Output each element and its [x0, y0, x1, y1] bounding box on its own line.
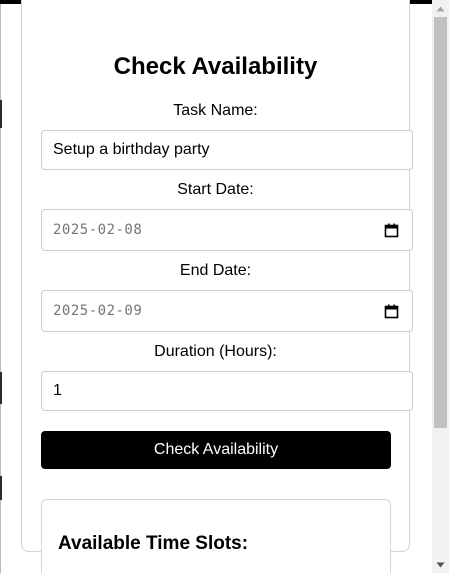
duration-field[interactable] — [41, 371, 413, 411]
triangle-up-icon[interactable] — [432, 0, 449, 17]
viewport: Check Availability Task Name: Start Date… — [0, 0, 449, 573]
task-name-label: Task Name: — [173, 102, 258, 119]
end-date-field[interactable]: 2025-02-09 — [41, 290, 413, 332]
available-slots-title: Available Time Slots: — [58, 533, 249, 554]
scrollbar-thumb[interactable] — [434, 17, 447, 428]
vertical-scrollbar[interactable] — [432, 0, 449, 573]
start-date-value[interactable]: 2025-02-08 — [53, 222, 384, 238]
calendar-icon[interactable] — [384, 304, 399, 319]
start-date-field[interactable]: 2025-02-08 — [41, 209, 413, 251]
start-date-label: Start Date: — [177, 181, 254, 198]
left-edge-mark — [0, 372, 2, 404]
duration-label: Duration (Hours): — [154, 343, 277, 360]
check-availability-button[interactable]: Check Availability — [41, 431, 391, 469]
end-date-label: End Date: — [179, 262, 252, 279]
page-title: Check Availability — [113, 53, 318, 80]
task-name-input[interactable] — [53, 141, 401, 159]
task-name-field[interactable] — [41, 130, 413, 170]
duration-input[interactable] — [53, 382, 401, 400]
left-edge-mark — [0, 100, 2, 128]
calendar-icon[interactable] — [384, 223, 399, 238]
end-date-value[interactable]: 2025-02-09 — [53, 303, 384, 319]
triangle-down-icon[interactable] — [432, 556, 449, 573]
left-edge-mark — [0, 476, 2, 500]
